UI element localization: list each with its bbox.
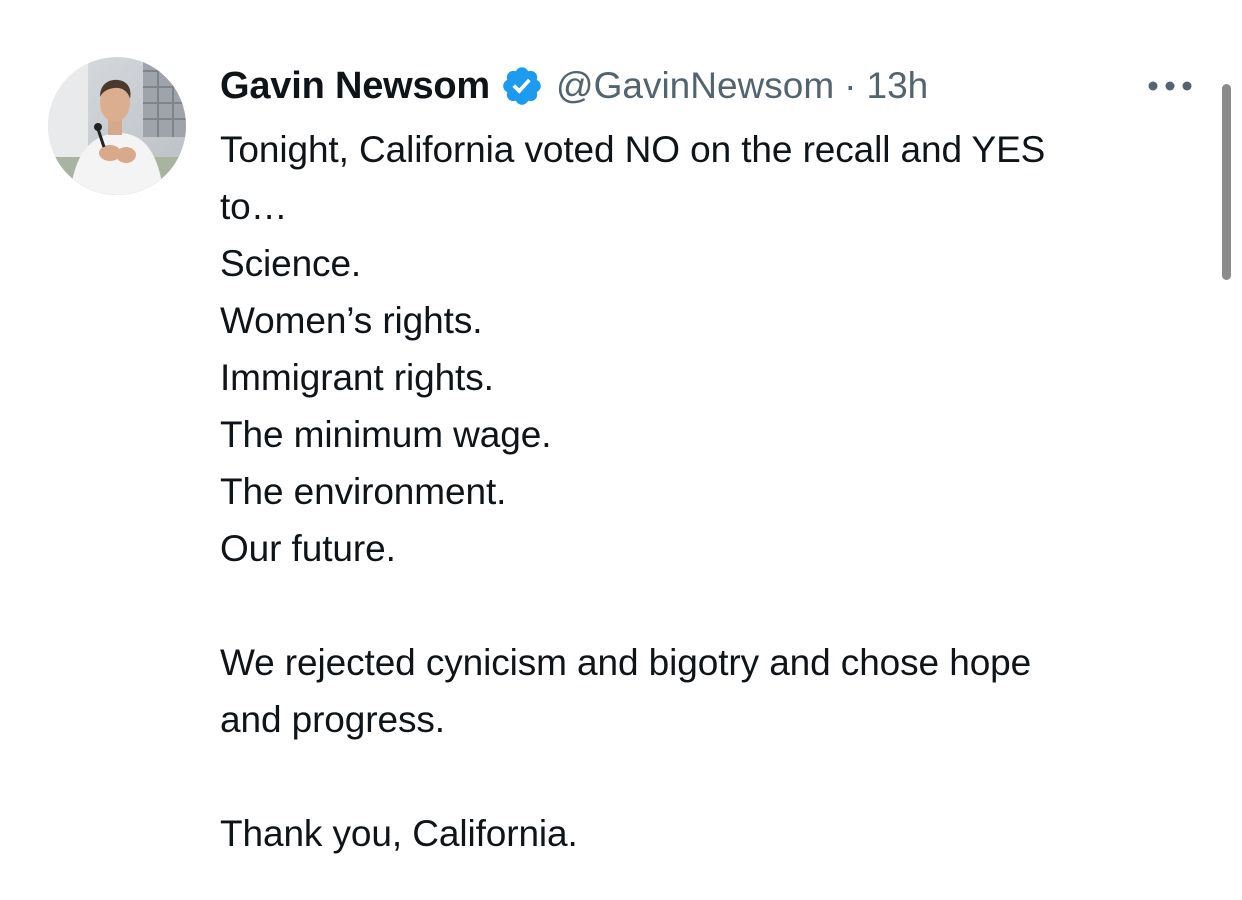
tweet-line xyxy=(220,748,1180,805)
tweet-line: The environment. xyxy=(220,471,507,512)
tweet-line: Our future. xyxy=(220,528,396,569)
tweet-line: to… xyxy=(220,186,288,227)
tweet-line: Science. xyxy=(220,243,362,284)
tweet-header: Gavin Newsom @GavinNewsom · 13h xyxy=(220,60,928,112)
tweet-line: and progress. xyxy=(220,699,445,740)
tweet-line: Tonight, California voted NO on the reca… xyxy=(220,129,1046,170)
more-options-icon xyxy=(1147,80,1193,92)
more-options-button[interactable] xyxy=(1142,66,1198,106)
author-display-name[interactable]: Gavin Newsom xyxy=(220,65,490,108)
tweet-line: We rejected cynicism and bigotry and cho… xyxy=(220,642,1032,683)
tweet-text: Tonight, California voted NO on the reca… xyxy=(220,121,1180,862)
tweet-timestamp[interactable]: 13h xyxy=(867,65,929,107)
tweet-line: Immigrant rights. xyxy=(220,357,494,398)
header-separator: · xyxy=(844,65,857,106)
tweet-line: Women’s rights. xyxy=(220,300,483,341)
tweet-line xyxy=(220,577,1180,634)
scrollbar-thumb[interactable] xyxy=(1222,84,1231,280)
profile-photo xyxy=(48,57,186,195)
verified-badge-icon xyxy=(500,64,544,108)
tweet-line: The minimum wage. xyxy=(220,414,552,455)
tweet-line: Thank you, California. xyxy=(220,813,578,854)
tweet[interactable]: Gavin Newsom @GavinNewsom · 13h Tonight,… xyxy=(0,0,1242,900)
avatar[interactable] xyxy=(48,57,186,195)
author-handle[interactable]: @GavinNewsom xyxy=(556,65,834,107)
